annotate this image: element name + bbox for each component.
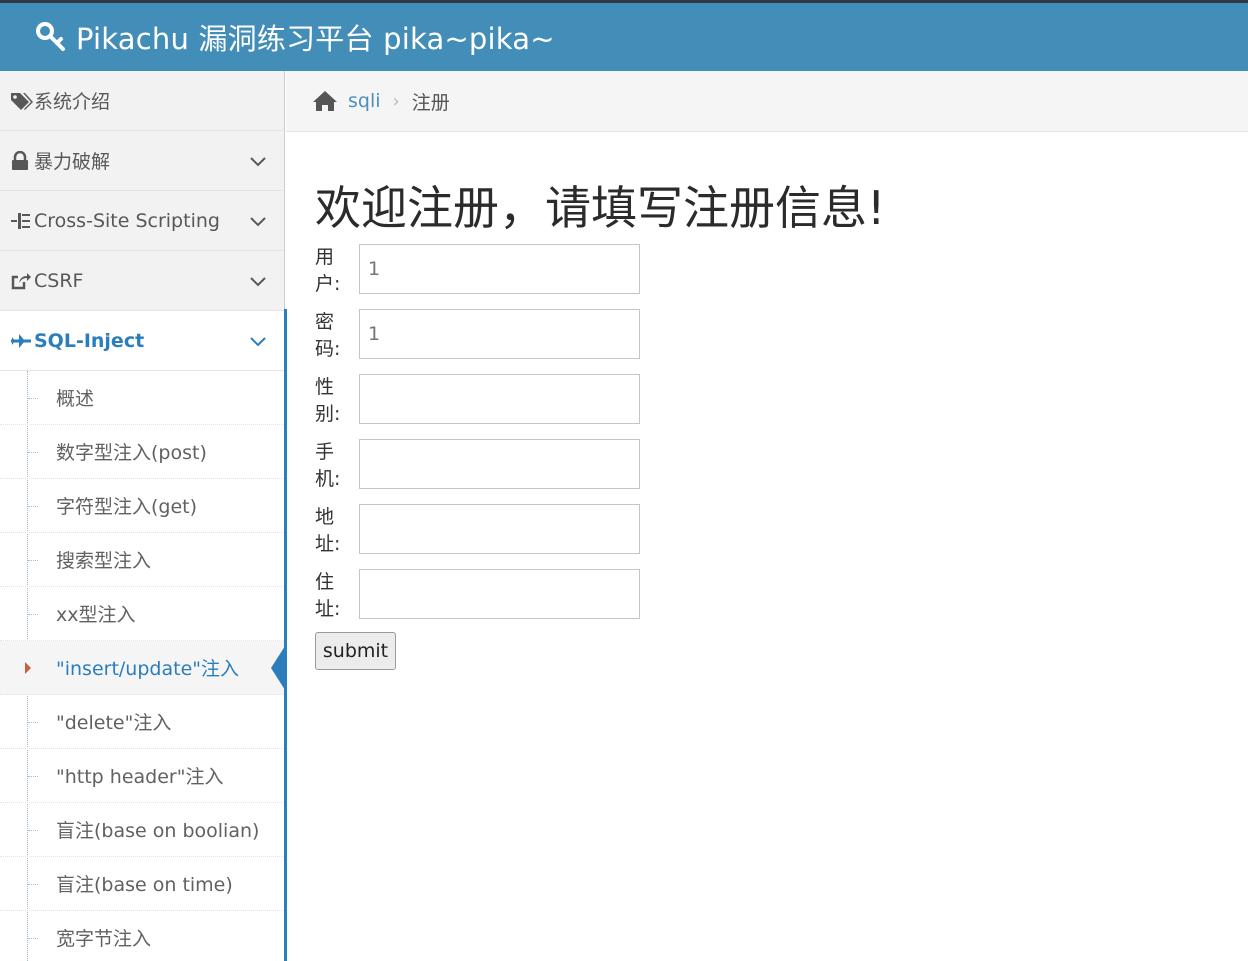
gender-label: 性别: (315, 376, 341, 425)
submit-button[interactable]: submit (315, 632, 396, 670)
submenu-item-label: 盲注(base on boolian) (56, 820, 260, 842)
address-input[interactable] (359, 504, 640, 554)
submenu-item-blind-boolean[interactable]: 盲注(base on boolian) (0, 803, 284, 857)
share-square-icon (10, 270, 34, 292)
submenu-item-xx[interactable]: xx型注入 (0, 587, 284, 641)
breadcrumb-link-sqli[interactable]: sqli (348, 90, 381, 112)
app-title: Pikachu 漏洞练习平台 pika~pika~ (76, 22, 555, 56)
submenu-item-label: 数字型注入(post) (56, 442, 207, 464)
submenu-item-label: 宽字节注入 (56, 928, 152, 950)
sidebar-item-xss[interactable]: Cross-Site Scripting (0, 191, 284, 251)
username-input[interactable] (359, 244, 640, 294)
list-icon (10, 210, 34, 232)
form-row-address: 地址: (315, 502, 640, 556)
form-row-password: 密码: (315, 307, 640, 361)
submenu-item-string-get[interactable]: 字符型注入(get) (0, 479, 284, 533)
tags-icon (10, 90, 34, 112)
home-icon[interactable] (312, 90, 338, 112)
sidebar-item-sql-inject[interactable]: SQL-Inject (0, 311, 284, 371)
submenu-item-wide-byte[interactable]: 宽字节注入 (0, 911, 284, 961)
sidebar-item-label: 系统介绍 (34, 91, 111, 113)
sidebar-item-csrf[interactable]: CSRF (0, 251, 284, 311)
submenu-item-label: 搜索型注入 (56, 550, 152, 572)
submenu-item-search[interactable]: 搜索型注入 (0, 533, 284, 587)
page-title: 欢迎注册，请填写注册信息! (315, 181, 886, 235)
submenu-item-http-header[interactable]: "http header"注入 (0, 749, 284, 803)
sidebar-item-label: SQL-Inject (34, 329, 145, 352)
submenu-item-blind-time[interactable]: 盲注(base on time) (0, 857, 284, 911)
form-row-gender: 性别: (315, 372, 640, 426)
residence-input[interactable] (359, 569, 640, 619)
caret-right-icon (25, 661, 31, 674)
gender-input[interactable] (359, 374, 640, 424)
submenu-item-label: "insert/update"注入 (56, 658, 239, 680)
submenu-item-overview[interactable]: 概述 (0, 371, 284, 425)
plane-icon (10, 330, 34, 352)
phone-input[interactable] (359, 439, 640, 489)
chevron-down-icon (250, 330, 266, 352)
sql-submenu: 概述 数字型注入(post) 字符型注入(get) 搜索型注入 xx型注入 "i… (0, 371, 284, 961)
breadcrumb-separator: › (392, 90, 400, 112)
chevron-down-icon (250, 210, 266, 232)
sidebar-item-label: 暴力破解 (34, 151, 111, 173)
sidebar-item-intro[interactable]: 系统介绍 (0, 71, 284, 131)
chevron-down-icon (250, 270, 266, 292)
brand[interactable]: Pikachu 漏洞练习平台 pika~pika~ (36, 16, 555, 58)
submenu-item-label: xx型注入 (56, 604, 136, 626)
sidebar: 系统介绍 暴力破解 Cross-Site Scripting CSRF SQL-… (0, 71, 285, 961)
sidebar-item-label: Cross-Site Scripting (34, 209, 220, 232)
submenu-item-label: "delete"注入 (56, 712, 172, 734)
submenu-item-label: "http header"注入 (56, 766, 224, 788)
submenu-item-label: 概述 (56, 388, 95, 410)
password-label: 密码: (315, 311, 341, 360)
submenu-item-label: 盲注(base on time) (56, 874, 233, 896)
sidebar-item-label: CSRF (34, 269, 84, 292)
sidebar-active-border (284, 309, 287, 961)
form-row-phone: 手机: (315, 437, 640, 491)
breadcrumb: sqli › 注册 (286, 71, 1248, 132)
lock-icon (10, 150, 34, 172)
submenu-item-delete[interactable]: "delete"注入 (0, 695, 284, 749)
username-label: 用户: (315, 246, 341, 295)
residence-label: 住址: (315, 571, 341, 620)
submenu-item-label: 字符型注入(get) (56, 496, 198, 518)
form-row-residence: 住址: (315, 567, 640, 621)
sidebar-item-brute-force[interactable]: 暴力破解 (0, 131, 284, 191)
phone-label: 手机: (315, 441, 341, 490)
password-input[interactable] (359, 309, 640, 359)
submenu-item-numeric-post[interactable]: 数字型注入(post) (0, 425, 284, 479)
address-label: 地址: (315, 506, 341, 555)
submenu-item-insert-update[interactable]: "insert/update"注入 (0, 641, 284, 695)
top-navbar: Pikachu 漏洞练习平台 pika~pika~ (0, 0, 1248, 71)
breadcrumb-current: 注册 (411, 91, 450, 114)
form-row-username: 用户: (315, 242, 640, 296)
active-indicator (271, 645, 284, 690)
key-icon (36, 22, 65, 51)
chevron-down-icon (250, 150, 266, 172)
